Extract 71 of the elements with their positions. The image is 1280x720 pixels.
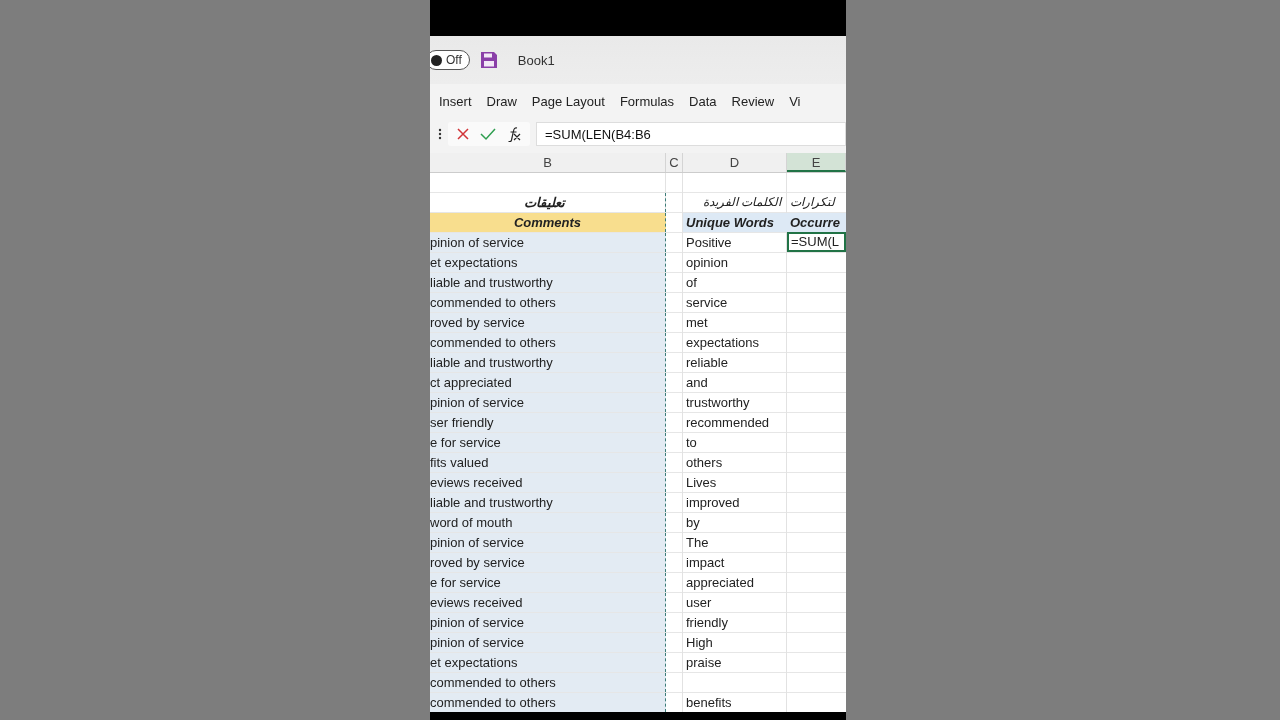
table-cell: expectations xyxy=(686,335,759,350)
ribbon-tab[interactable]: Page Layout xyxy=(525,93,611,109)
table-cell: fits valued xyxy=(430,453,666,472)
table-cell: pinion of service xyxy=(430,633,666,652)
table-cell: recommended xyxy=(686,415,770,430)
save-icon[interactable] xyxy=(479,51,498,69)
ribbon-tab[interactable]: Insert xyxy=(433,93,478,109)
table-cell: pinion of service xyxy=(430,613,666,632)
table-cell: et expectations xyxy=(430,653,666,672)
table-cell: لتكرارات xyxy=(790,195,835,209)
ribbon-tab[interactable]: Data xyxy=(683,93,723,109)
function-icon[interactable] xyxy=(506,126,522,142)
table-cell: appreciated xyxy=(686,575,754,590)
table-cell: pinion of service xyxy=(430,393,666,412)
table-cell: roved by service xyxy=(430,553,666,572)
check-icon[interactable] xyxy=(480,127,496,141)
table-cell: praise xyxy=(686,655,722,670)
table-cell: commended to others xyxy=(430,333,666,352)
more-icon[interactable] xyxy=(438,128,442,140)
cancel-icon[interactable] xyxy=(456,127,470,141)
table-cell: e for service xyxy=(430,433,666,452)
table-cell: roved by service xyxy=(430,313,666,332)
table-cell: Lives xyxy=(686,475,717,490)
table-cell: e for service xyxy=(430,573,666,592)
table-cell: Unique Words xyxy=(683,213,787,232)
table-cell: user xyxy=(686,595,712,610)
table-cell: of xyxy=(686,275,697,290)
table-cell: friendly xyxy=(686,615,728,630)
table-cell: liable and trustworthy xyxy=(430,493,666,512)
formula-field[interactable]: =SUM(LEN(B4:B6 xyxy=(536,122,846,146)
table-cell: others xyxy=(686,455,723,470)
table-cell: pinion of service xyxy=(430,533,666,552)
table-cell: liable and trustworthy xyxy=(430,273,666,292)
column-header[interactable]: C xyxy=(666,153,683,172)
table-cell: ser friendly xyxy=(430,413,666,432)
table-cell: et expectations xyxy=(430,253,666,272)
table-cell: Comments xyxy=(430,213,666,232)
table-cell: met xyxy=(686,315,708,330)
table-cell: by xyxy=(686,515,700,530)
table-cell: الكلمات الفريدة xyxy=(702,195,781,209)
table-cell: The xyxy=(686,535,709,550)
table-cell: improved xyxy=(686,495,740,510)
active-cell[interactable]: =SUM(L xyxy=(787,232,846,252)
table-cell: eviews received xyxy=(430,473,666,492)
table-cell: commended to others xyxy=(430,293,666,312)
workbook-title: Book1 xyxy=(517,52,555,68)
table-cell: and xyxy=(686,375,708,390)
ribbon-tab[interactable]: Draw xyxy=(480,93,523,109)
table-cell: to xyxy=(686,435,697,450)
table-cell: impact xyxy=(686,555,725,570)
ribbon-tab[interactable]: Review xyxy=(725,93,781,109)
table-cell: ct appreciated xyxy=(430,373,666,392)
table-cell: High xyxy=(686,635,713,650)
ribbon-tab[interactable]: Formulas xyxy=(613,93,681,109)
table-cell: pinion of service xyxy=(430,233,666,252)
table-cell: reliable xyxy=(686,355,728,370)
table-cell: trustworthy xyxy=(686,395,750,410)
table-cell: تعليقات xyxy=(524,195,565,210)
table-cell: eviews received xyxy=(430,593,666,612)
table-cell: word of mouth xyxy=(430,513,666,532)
table-cell: Positive xyxy=(686,235,732,250)
ribbon-tab[interactable]: Vi xyxy=(783,93,807,109)
column-header[interactable]: E xyxy=(787,153,846,172)
table-cell: opinion xyxy=(686,255,728,270)
table-cell: benefits xyxy=(686,695,732,710)
table-cell: commended to others xyxy=(430,673,666,692)
table-cell: Occurre xyxy=(787,213,846,232)
table-cell: liable and trustworthy xyxy=(430,353,666,372)
autosave-toggle[interactable]: Off xyxy=(430,50,470,70)
table-cell: commended to others xyxy=(430,693,666,712)
table-cell: service xyxy=(686,295,728,310)
